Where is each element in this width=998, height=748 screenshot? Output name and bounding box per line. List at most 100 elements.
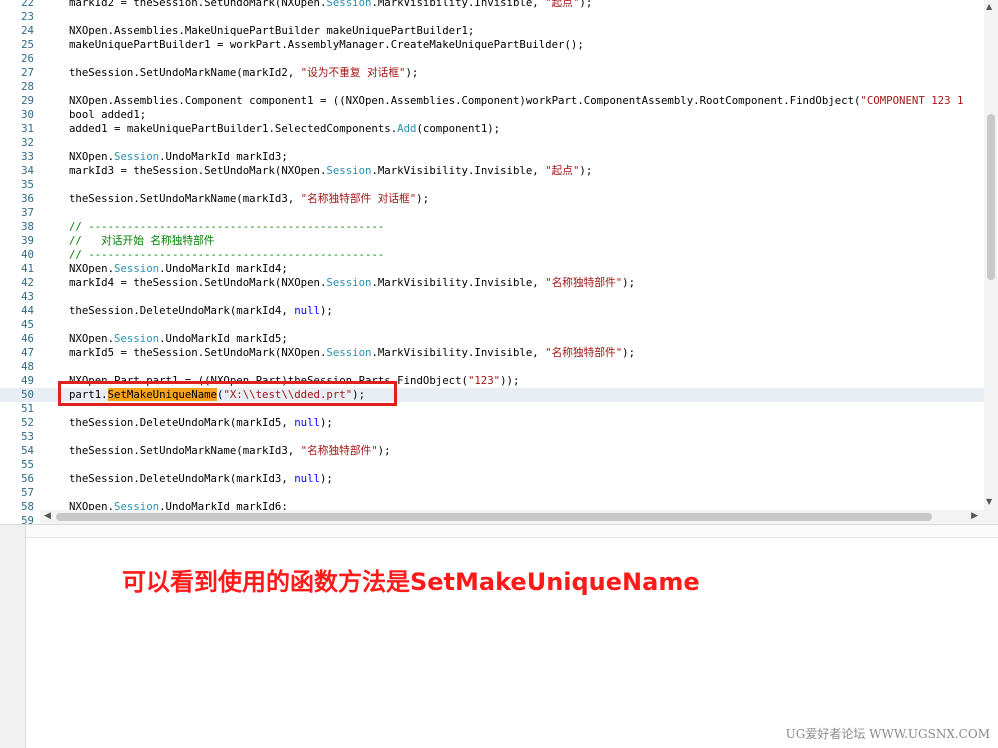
line-number: 54 (21, 444, 34, 457)
code-line[interactable]: 32 (0, 136, 998, 150)
vertical-scrollbar[interactable]: ▲ ▼ (984, 0, 998, 510)
code-text[interactable]: NXOpen.Session.UndoMarkId markId3; (69, 150, 288, 164)
line-number: 35 (21, 178, 34, 191)
code-text[interactable]: bool added1; (69, 108, 146, 122)
code-line[interactable]: 55 (0, 458, 998, 472)
code-text[interactable]: NXOpen.Assemblies.Component component1 =… (69, 94, 963, 108)
scroll-left-icon[interactable]: ◀ (44, 511, 51, 521)
code-line[interactable]: 50 part1.SetMakeUniqueName("X:\\test\\dde… (0, 388, 998, 402)
lower-panel-header (26, 524, 998, 538)
line-number: 28 (21, 80, 34, 93)
code-text[interactable]: theSession.DeleteUndoMark(markId4, null)… (69, 304, 333, 318)
line-number: 51 (21, 402, 34, 415)
line-number: 52 (21, 416, 34, 429)
code-text[interactable]: NXOpen.Assemblies.MakeUniquePartBuilder … (69, 24, 474, 38)
code-line[interactable]: 57 (0, 486, 998, 500)
line-number: 40 (21, 248, 34, 261)
line-number: 27 (21, 66, 34, 79)
code-line[interactable]: 35 (0, 178, 998, 192)
code-line[interactable]: 26 (0, 52, 998, 66)
scroll-right-icon[interactable]: ▶ (971, 511, 978, 521)
code-line[interactable]: 39 // 对话开始 名称独特部件 (0, 234, 998, 248)
code-text[interactable]: theSession.DeleteUndoMark(markId3, null)… (69, 472, 333, 486)
line-number: 34 (21, 164, 34, 177)
line-number: 41 (21, 262, 34, 275)
code-line[interactable]: 38 // -----------------------------------… (0, 220, 998, 234)
code-line[interactable]: 34 markId3 = theSession.SetUndoMark(NXOpe… (0, 164, 998, 178)
code-text[interactable]: NXOpen.Part part1 = ((NXOpen.Part)theSes… (69, 374, 519, 388)
code-line[interactable]: 33 NXOpen.Session.UndoMarkId markId3; (0, 150, 998, 164)
code-text[interactable]: theSession.SetUndoMarkName(markId3, "名称独… (69, 444, 391, 458)
code-line[interactable]: 54 theSession.SetUndoMarkName(markId3, "名… (0, 444, 998, 458)
line-number: 42 (21, 276, 34, 289)
code-line[interactable]: 31 added1 = makeUniquePartBuilder1.Select… (0, 122, 998, 136)
code-line[interactable]: 42 markId4 = theSession.SetUndoMark(NXOpe… (0, 276, 998, 290)
line-number: 31 (21, 122, 34, 135)
code-text[interactable]: markId4 = theSession.SetUndoMark(NXOpen.… (69, 276, 635, 290)
code-line[interactable]: 37 (0, 206, 998, 220)
code-line[interactable]: 40 // -----------------------------------… (0, 248, 998, 262)
code-text[interactable]: makeUniquePartBuilder1 = workPart.Assemb… (69, 38, 584, 52)
line-number: 24 (21, 24, 34, 37)
scrollbar-corner (984, 510, 998, 524)
line-number: 26 (21, 52, 34, 65)
code-line[interactable]: 44 theSession.DeleteUndoMark(markId4, nul… (0, 304, 998, 318)
code-text[interactable]: markId5 = theSession.SetUndoMark(NXOpen.… (69, 346, 635, 360)
code-text[interactable]: markId3 = theSession.SetUndoMark(NXOpen.… (69, 164, 592, 178)
line-number: 39 (21, 234, 34, 247)
code-line[interactable]: 45 (0, 318, 998, 332)
code-text[interactable]: theSession.DeleteUndoMark(markId5, null)… (69, 416, 333, 430)
line-number: 59 (21, 514, 34, 524)
code-line[interactable]: 36 theSession.SetUndoMarkName(markId3, "名… (0, 192, 998, 206)
code-line[interactable]: 29 NXOpen.Assemblies.Component component1… (0, 94, 998, 108)
lower-gutter (0, 524, 26, 748)
code-text[interactable]: // -------------------------------------… (69, 220, 384, 234)
code-line[interactable]: 24 NXOpen.Assemblies.MakeUniquePartBuilde… (0, 24, 998, 38)
line-number: 23 (21, 10, 34, 23)
code-text[interactable]: NXOpen.Session.UndoMarkId markId5; (69, 332, 288, 346)
code-text[interactable]: part1.SetMakeUniqueName("X:\\test\\dded.… (69, 388, 365, 402)
line-number: 46 (21, 332, 34, 345)
line-number: 50 (21, 388, 34, 401)
line-number: 57 (21, 486, 34, 499)
horizontal-scroll-thumb[interactable] (56, 513, 932, 521)
code-line[interactable]: 52 theSession.DeleteUndoMark(markId5, nul… (0, 416, 998, 430)
code-line[interactable]: 53 (0, 430, 998, 444)
code-text[interactable]: // 对话开始 名称独特部件 (69, 234, 214, 248)
code-line[interactable]: 22 markId2 = theSession.SetUndoMark(NXOpe… (0, 0, 998, 10)
code-line[interactable]: 28 (0, 80, 998, 94)
code-line[interactable]: 27 theSession.SetUndoMarkName(markId2, "设… (0, 66, 998, 80)
line-number: 37 (21, 206, 34, 219)
code-text[interactable]: added1 = makeUniquePartBuilder1.Selected… (69, 122, 500, 136)
line-number: 44 (21, 304, 34, 317)
code-text[interactable]: theSession.SetUndoMarkName(markId3, "名称独… (69, 192, 429, 206)
code-text[interactable]: markId2 = theSession.SetUndoMark(NXOpen.… (69, 0, 592, 10)
code-line[interactable]: 23 (0, 10, 998, 24)
code-text[interactable]: // -------------------------------------… (69, 248, 384, 262)
code-line[interactable]: 51 (0, 402, 998, 416)
line-number: 58 (21, 500, 34, 513)
line-number: 33 (21, 150, 34, 163)
code-text[interactable]: theSession.SetUndoMarkName(markId2, "设为不… (69, 66, 418, 80)
scroll-down-icon[interactable]: ▼ (986, 497, 992, 507)
code-line[interactable]: 25 makeUniquePartBuilder1 = workPart.Asse… (0, 38, 998, 52)
code-line[interactable]: 30 bool added1; (0, 108, 998, 122)
line-number: 38 (21, 220, 34, 233)
code-line[interactable]: 47 markId5 = theSession.SetUndoMark(NXOpe… (0, 346, 998, 360)
line-number: 32 (21, 136, 34, 149)
line-number: 47 (21, 346, 34, 359)
scroll-up-icon[interactable]: ▲ (986, 2, 992, 12)
code-line[interactable]: 49 NXOpen.Part part1 = ((NXOpen.Part)theS… (0, 374, 998, 388)
code-lines[interactable]: 22 markId2 = theSession.SetUndoMark(NXOpe… (0, 0, 998, 524)
code-text[interactable]: NXOpen.Session.UndoMarkId markId4; (69, 262, 288, 276)
vertical-scroll-thumb[interactable] (987, 114, 995, 280)
code-line[interactable]: 41 NXOpen.Session.UndoMarkId markId4; (0, 262, 998, 276)
code-line[interactable]: 43 (0, 290, 998, 304)
code-editor[interactable]: 22 markId2 = theSession.SetUndoMark(NXOpe… (0, 0, 998, 524)
watermark-text: UG爱好者论坛 WWW.UGSNX.COM (785, 727, 990, 741)
annotation-text: 可以看到使用的函数方法是SetMakeUniqueName (122, 568, 700, 596)
code-line[interactable]: 48 (0, 360, 998, 374)
code-line[interactable]: 56 theSession.DeleteUndoMark(markId3, nul… (0, 472, 998, 486)
code-line[interactable]: 46 NXOpen.Session.UndoMarkId markId5; (0, 332, 998, 346)
horizontal-scrollbar[interactable]: ◀ ▶ (40, 510, 984, 524)
